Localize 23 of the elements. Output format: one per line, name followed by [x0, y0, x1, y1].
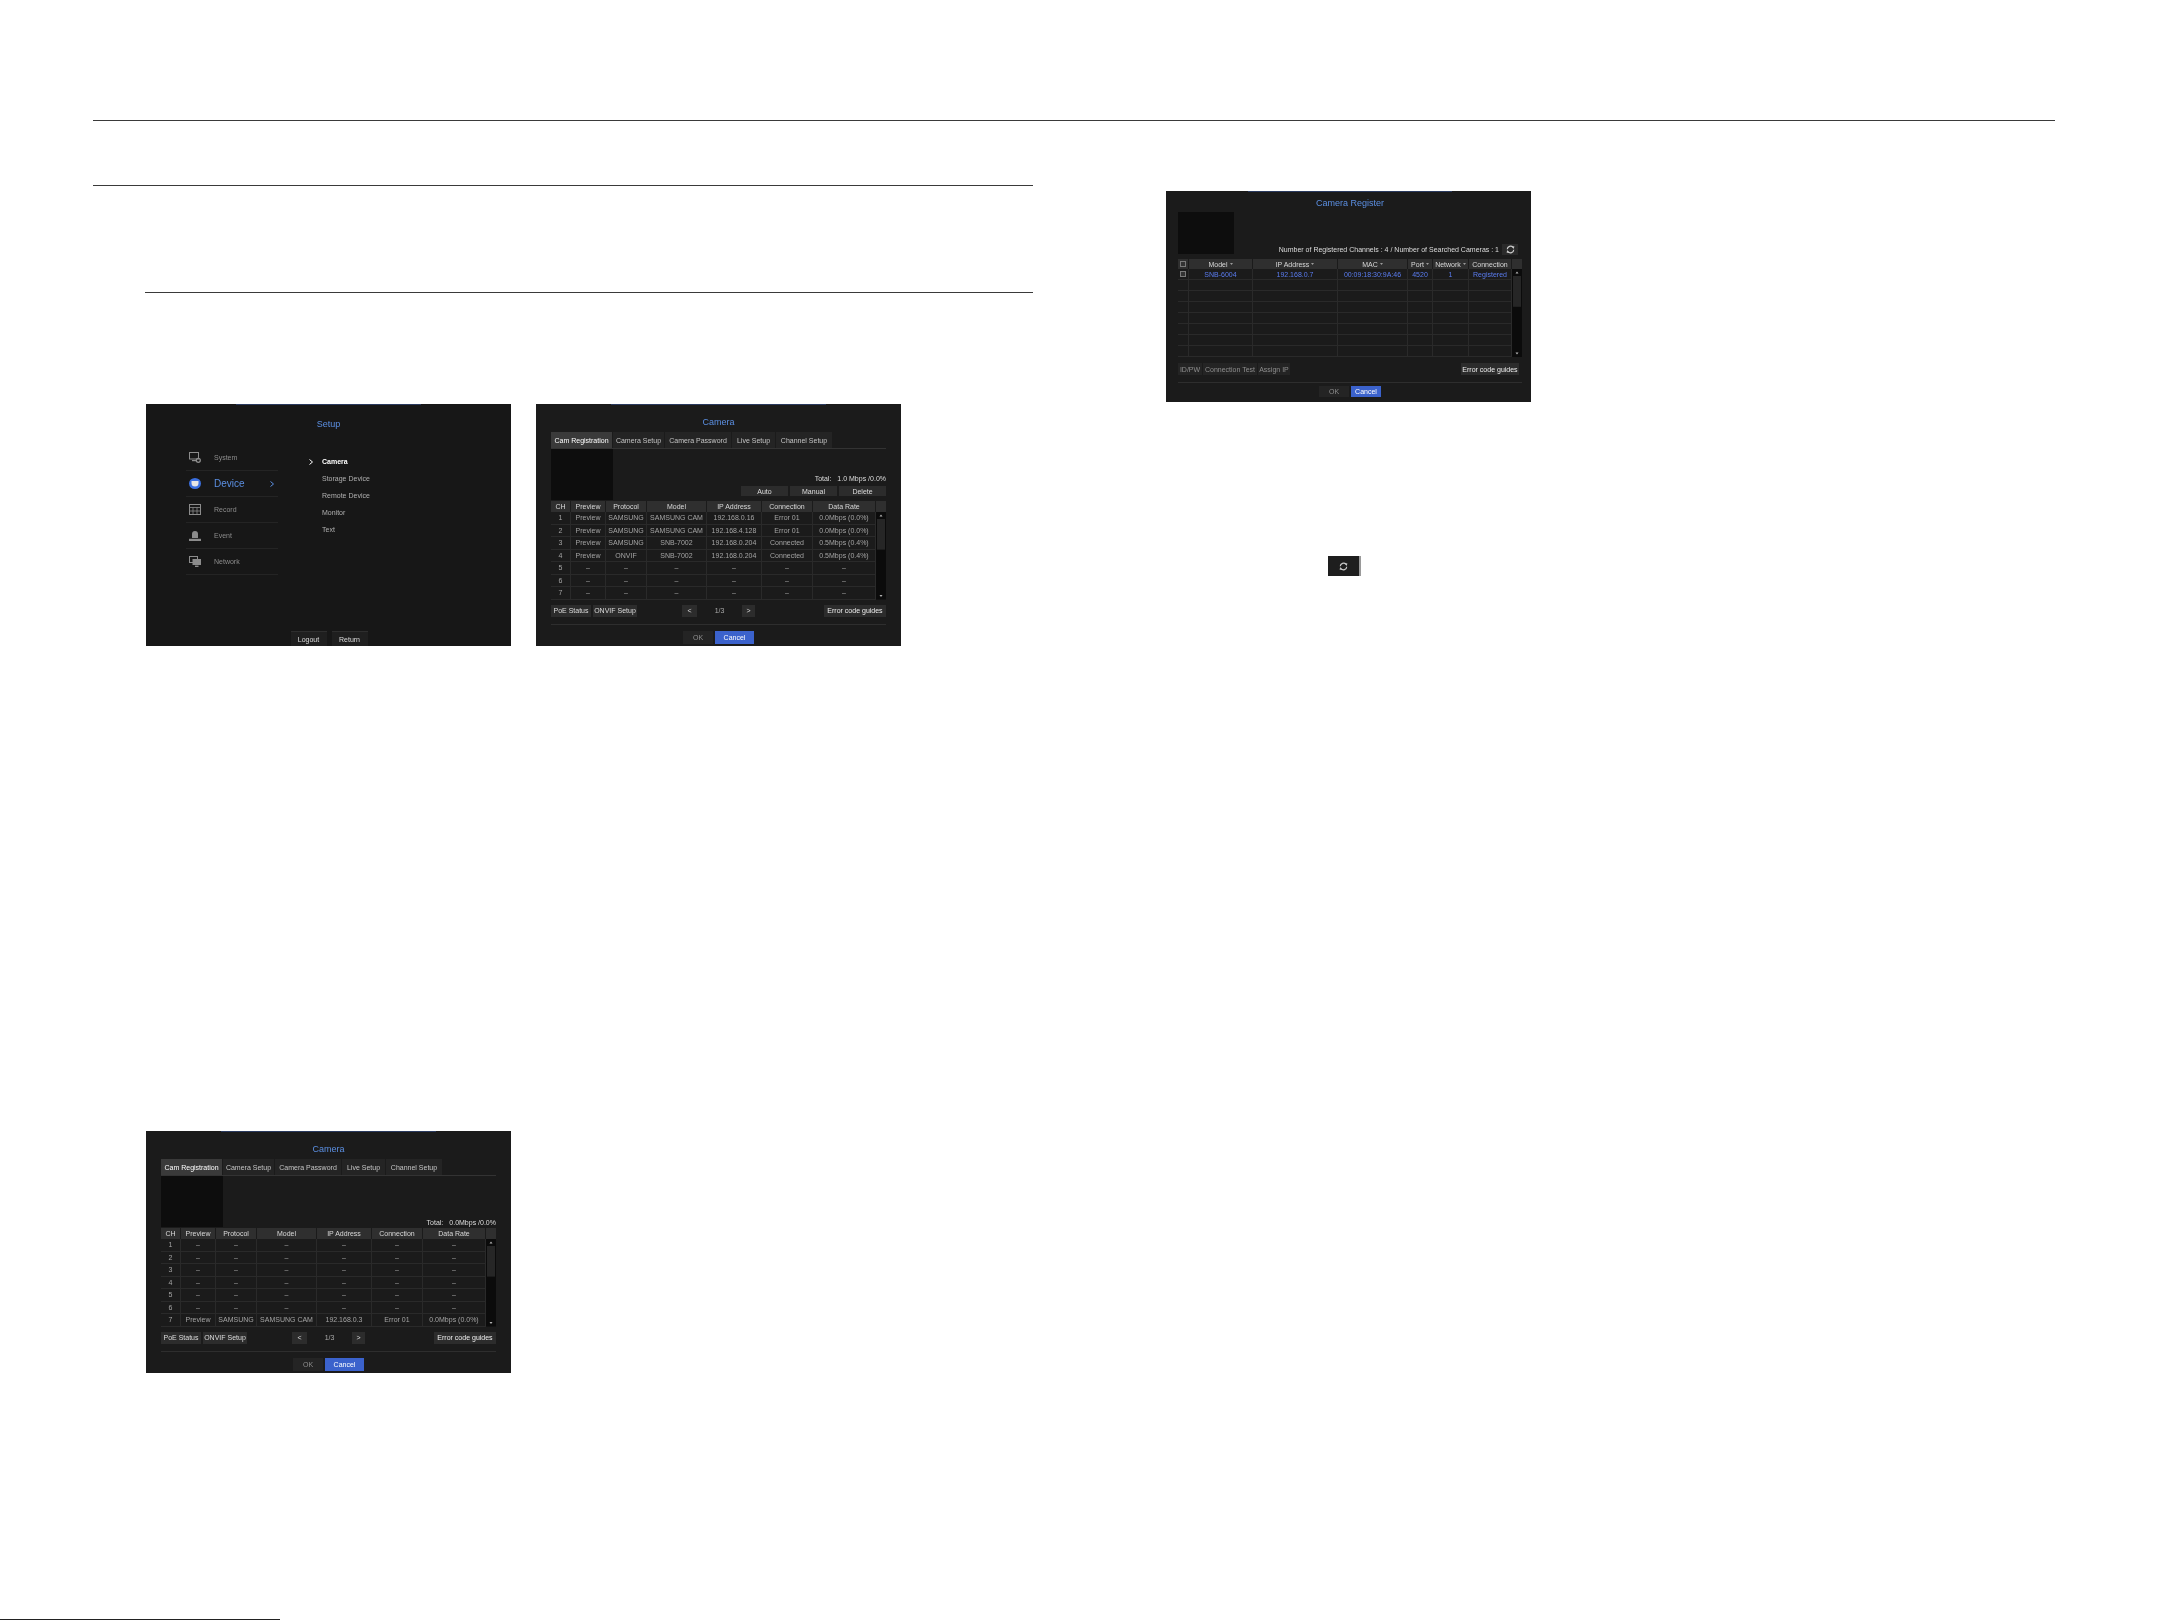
refresh-button[interactable]: [1502, 244, 1518, 255]
monitor-icon: [189, 452, 201, 463]
refresh-button[interactable]: [1328, 556, 1361, 576]
dome-camera-icon: [189, 478, 201, 489]
chevron-icon: [270, 480, 274, 487]
screen-title: Setup: [316, 418, 341, 431]
scrollbar[interactable]: [876, 512, 886, 600]
chevron-icon: [309, 458, 313, 465]
menu-item[interactable]: Device: [186, 471, 278, 497]
alarm-light-icon: [189, 530, 201, 541]
screen-title: Camera Register: [1316, 197, 1384, 210]
checkbox[interactable]: [1180, 261, 1186, 267]
checkbox[interactable]: [1180, 271, 1186, 277]
video-preview: [161, 1176, 223, 1227]
scrollbar[interactable]: [1512, 269, 1522, 357]
refresh-icon: [1339, 561, 1348, 571]
screen-title: Camera: [312, 1143, 345, 1156]
monitors-icon: [189, 556, 201, 567]
scrollbar[interactable]: [486, 1239, 496, 1327]
screen-title: Camera: [702, 416, 735, 429]
video-preview: [551, 449, 613, 500]
refresh-icon: [1505, 245, 1515, 254]
calendar-icon: [189, 504, 201, 515]
